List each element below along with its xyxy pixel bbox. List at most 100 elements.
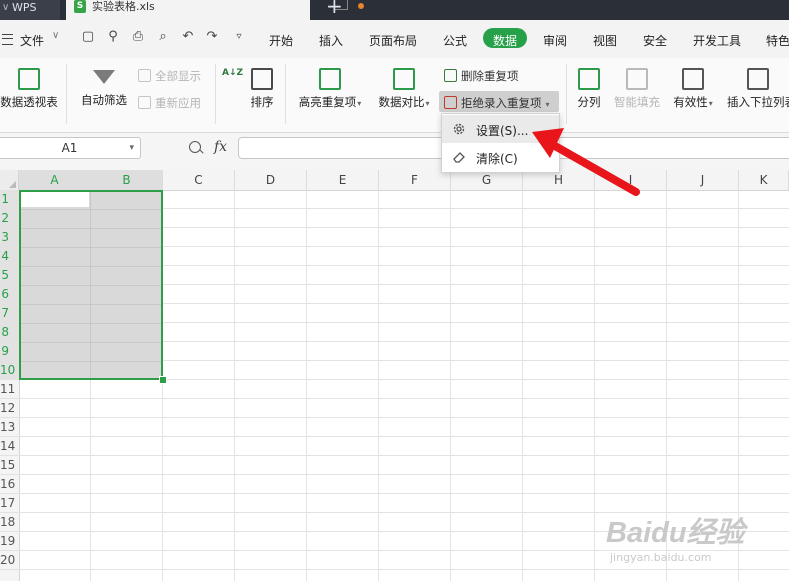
data-compare-button[interactable]: 数据对比▾ bbox=[374, 68, 434, 110]
sort-button[interactable]: 排序 bbox=[247, 68, 277, 110]
sort-az-button[interactable]: A↓Z bbox=[222, 68, 244, 78]
fill-handle[interactable] bbox=[159, 376, 167, 384]
column-header-k[interactable]: K bbox=[739, 170, 789, 190]
row-header[interactable]: 2 bbox=[0, 209, 19, 228]
hamburger-icon[interactable] bbox=[2, 34, 13, 45]
menu-insert[interactable]: 插入 bbox=[319, 32, 343, 49]
menu-formula[interactable]: 公式 bbox=[443, 32, 467, 49]
auto-filter-label: 自动筛选 bbox=[81, 93, 127, 107]
funnel-icon bbox=[93, 70, 115, 84]
menu-special[interactable]: 特色 bbox=[766, 32, 789, 49]
file-menu-chevron-icon[interactable]: ∨ bbox=[52, 30, 59, 41]
menu-page-layout[interactable]: 页面布局 bbox=[369, 32, 417, 49]
row-header[interactable]: 11 bbox=[0, 380, 19, 399]
format-painter-icon[interactable]: ⚲ bbox=[106, 30, 120, 44]
insert-dropdown-label: 插入下拉列表 bbox=[727, 95, 789, 109]
row-header[interactable]: 8 bbox=[0, 323, 19, 342]
remove-duplicates-button[interactable]: 删除重复项 bbox=[444, 68, 519, 84]
row-header[interactable]: 10 bbox=[0, 361, 19, 380]
insert-dropdown-icon bbox=[747, 68, 769, 90]
reapply-label: 重新应用 bbox=[155, 96, 201, 110]
insert-dropdown-button[interactable]: 插入下拉列表 bbox=[727, 68, 789, 110]
row-header[interactable]: 15 bbox=[0, 456, 19, 475]
save-icon[interactable]: ▢ bbox=[81, 30, 95, 44]
row-header[interactable]: 12 bbox=[0, 399, 19, 418]
wps-app-tab[interactable]: ∨ WPS bbox=[0, 0, 60, 20]
smart-fill-button[interactable]: 智能填充 bbox=[612, 68, 662, 110]
filter-small-icon bbox=[138, 69, 151, 82]
name-box-value: A1 bbox=[61, 141, 78, 155]
sort-az-label: A↓Z bbox=[222, 68, 244, 78]
caret-icon: ▾ bbox=[545, 100, 550, 109]
row-header-column: 1 2 3 4 5 6 7 8 9 10 11 12 13 14 15 16 1… bbox=[0, 190, 20, 581]
column-header-f[interactable]: F bbox=[379, 170, 451, 190]
print-preview-icon[interactable]: ⌕ bbox=[156, 30, 170, 44]
row-header[interactable]: 7 bbox=[0, 304, 19, 323]
print-icon[interactable]: ⎙ bbox=[131, 30, 145, 44]
customize-icon[interactable]: ▿ bbox=[232, 30, 246, 44]
row-header[interactable]: 18 bbox=[0, 513, 19, 532]
row-header[interactable]: 20 bbox=[0, 551, 19, 570]
selected-range[interactable] bbox=[19, 190, 163, 380]
eraser-icon bbox=[453, 152, 465, 163]
data-compare-icon bbox=[393, 68, 415, 90]
column-header-d[interactable]: D bbox=[235, 170, 307, 190]
split-column-button[interactable]: 分列 bbox=[573, 68, 605, 110]
pivot-table-button[interactable]: 数据透视表 bbox=[0, 68, 58, 110]
smart-fill-label: 智能填充 bbox=[614, 95, 660, 109]
zoom-icon[interactable] bbox=[189, 141, 201, 153]
divider bbox=[566, 64, 567, 124]
watermark-sub: jingyan.baidu.com bbox=[610, 551, 712, 564]
row-header[interactable]: 3 bbox=[0, 228, 19, 247]
select-all-corner[interactable] bbox=[0, 170, 19, 190]
menu-developer[interactable]: 开发工具 bbox=[693, 32, 741, 49]
new-tab-button[interactable]: + bbox=[326, 0, 343, 16]
column-header-e[interactable]: E bbox=[307, 170, 379, 190]
menu-start[interactable]: 开始 bbox=[269, 32, 293, 49]
divider bbox=[215, 64, 216, 124]
row-header[interactable]: 13 bbox=[0, 418, 19, 437]
validity-button[interactable]: 有效性▾ bbox=[669, 68, 717, 110]
row-header[interactable]: 4 bbox=[0, 247, 19, 266]
menu-security[interactable]: 安全 bbox=[643, 32, 667, 49]
row-header[interactable]: 14 bbox=[0, 437, 19, 456]
split-column-icon bbox=[578, 68, 600, 90]
undo-icon[interactable]: ↶ bbox=[181, 30, 195, 44]
reject-duplicates-button[interactable]: 拒绝录入重复项 ▾ bbox=[444, 95, 550, 111]
row-header[interactable]: 16 bbox=[0, 475, 19, 494]
reject-duplicates-label: 拒绝录入重复项 bbox=[461, 96, 542, 110]
highlight-duplicates-button[interactable]: 高亮重复项▾ bbox=[294, 68, 366, 110]
file-menu[interactable]: 文件 bbox=[20, 32, 44, 49]
remove-duplicates-icon bbox=[444, 69, 457, 82]
file-tab[interactable]: S 实验表格.xls bbox=[66, 0, 364, 20]
row-header[interactable]: 5 bbox=[0, 266, 19, 285]
ribbon-toolbar: 数据透视表 自动筛选 全部显示 重新应用 A↓Z 排序 高亮重复项▾ 数据对比▾… bbox=[0, 58, 789, 133]
menu-view[interactable]: 视图 bbox=[593, 32, 617, 49]
column-header-g[interactable]: G bbox=[451, 170, 523, 190]
validity-icon bbox=[682, 68, 704, 90]
auto-filter-button[interactable]: 自动筛选 bbox=[78, 68, 130, 108]
redo-icon[interactable]: ↷ bbox=[205, 30, 219, 44]
active-cell-a1[interactable] bbox=[21, 192, 89, 207]
row-header[interactable]: 1 bbox=[0, 190, 19, 209]
caret-icon: ▾ bbox=[425, 99, 430, 108]
row-header[interactable]: 19 bbox=[0, 532, 19, 551]
column-header-b[interactable]: B bbox=[91, 170, 163, 190]
row-header[interactable]: 9 bbox=[0, 342, 19, 361]
column-header-c[interactable]: C bbox=[163, 170, 235, 190]
fx-label[interactable]: fx bbox=[214, 139, 227, 155]
menu-review[interactable]: 审阅 bbox=[543, 32, 567, 49]
chevron-down-icon[interactable]: ▾ bbox=[129, 138, 134, 158]
baidu-watermark: Baidu经验 jingyan.baidu.com bbox=[606, 505, 786, 575]
watermark-main: Baidu经验 bbox=[606, 517, 745, 549]
reapply-button[interactable]: 重新应用 bbox=[138, 95, 201, 111]
row-header[interactable]: 6 bbox=[0, 285, 19, 304]
row-header[interactable]: 17 bbox=[0, 494, 19, 513]
column-header-a[interactable]: A bbox=[19, 170, 91, 190]
name-box[interactable]: A1 ▾ bbox=[0, 137, 141, 159]
show-all-button[interactable]: 全部显示 bbox=[138, 68, 201, 84]
menu-data[interactable]: 数据 bbox=[493, 32, 517, 49]
column-header-row: A B C D E F G H I J K bbox=[0, 170, 789, 191]
highlight-duplicates-label: 高亮重复项 bbox=[298, 95, 357, 109]
column-header-j[interactable]: J bbox=[667, 170, 739, 190]
